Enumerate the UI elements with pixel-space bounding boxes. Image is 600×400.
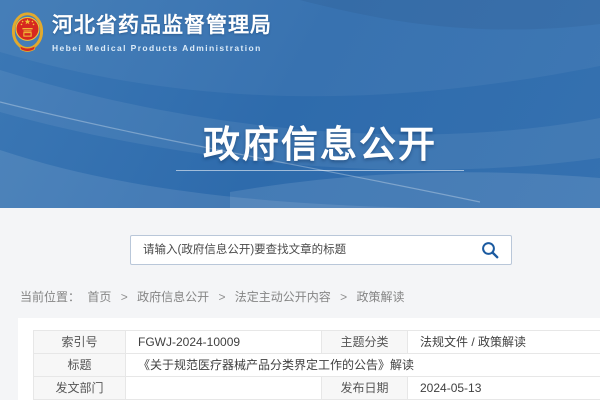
topic-category-value: 法规文件 / 政策解读 [408, 331, 600, 354]
breadcrumb: 当前位置： 首页 > 政府信息公开 > 法定主动公开内容 > 政策解读 [20, 288, 405, 305]
page: 河北省药品监督管理局 Hebei Medical Products Admini… [0, 0, 600, 400]
index-number-label: 索引号 [34, 331, 126, 354]
table-row: 发文部门 发布日期 2024-05-13 [34, 377, 600, 400]
doc-title-label: 标题 [34, 354, 126, 377]
index-number-value: FGWJ-2024-10009 [126, 331, 322, 354]
document-card: 索引号 FGWJ-2024-10009 主题分类 法规文件 / 政策解读 标题 … [18, 318, 600, 400]
search-icon [481, 241, 499, 259]
breadcrumb-home[interactable]: 首页 [87, 290, 111, 304]
national-emblem-icon [12, 10, 43, 56]
publish-date-value: 2024-05-13 [408, 377, 600, 400]
breadcrumb-separator: > [218, 290, 225, 304]
site-name-english: Hebei Medical Products Administration [52, 43, 272, 53]
site-name: 河北省药品监督管理局 [52, 13, 272, 39]
breadcrumb-separator: > [340, 290, 347, 304]
publish-date-label: 发布日期 [322, 377, 408, 400]
content-area: 当前位置： 首页 > 政府信息公开 > 法定主动公开内容 > 政策解读 索引号 … [0, 208, 600, 400]
site-title-block: 河北省药品监督管理局 Hebei Medical Products Admini… [52, 10, 272, 53]
breadcrumb-gov-info[interactable]: 政府信息公开 [137, 290, 209, 304]
document-info-table: 索引号 FGWJ-2024-10009 主题分类 法规文件 / 政策解读 标题 … [33, 330, 600, 400]
banner: 河北省药品监督管理局 Hebei Medical Products Admini… [0, 0, 600, 208]
search-input[interactable] [141, 243, 475, 257]
table-row: 标题 《关于规范医疗器械产品分类界定工作的公告》解读 [34, 354, 600, 377]
doc-title-value: 《关于规范医疗器械产品分类界定工作的公告》解读 [126, 354, 600, 377]
title-underline [176, 170, 464, 171]
search-bar [130, 235, 512, 265]
table-row: 索引号 FGWJ-2024-10009 主题分类 法规文件 / 政策解读 [34, 331, 600, 354]
breadcrumb-label: 当前位置： [20, 290, 80, 304]
topic-category-label: 主题分类 [322, 331, 408, 354]
breadcrumb-policy-interpretation: 政策解读 [357, 290, 405, 304]
search-button[interactable] [475, 241, 511, 259]
site-brand: 河北省药品监督管理局 Hebei Medical Products Admini… [12, 10, 272, 56]
breadcrumb-disclosure-content[interactable]: 法定主动公开内容 [235, 290, 331, 304]
page-title: 政府信息公开 [40, 114, 600, 168]
issuing-department-value [126, 377, 322, 400]
breadcrumb-separator: > [121, 290, 128, 304]
issuing-department-label: 发文部门 [34, 377, 126, 400]
